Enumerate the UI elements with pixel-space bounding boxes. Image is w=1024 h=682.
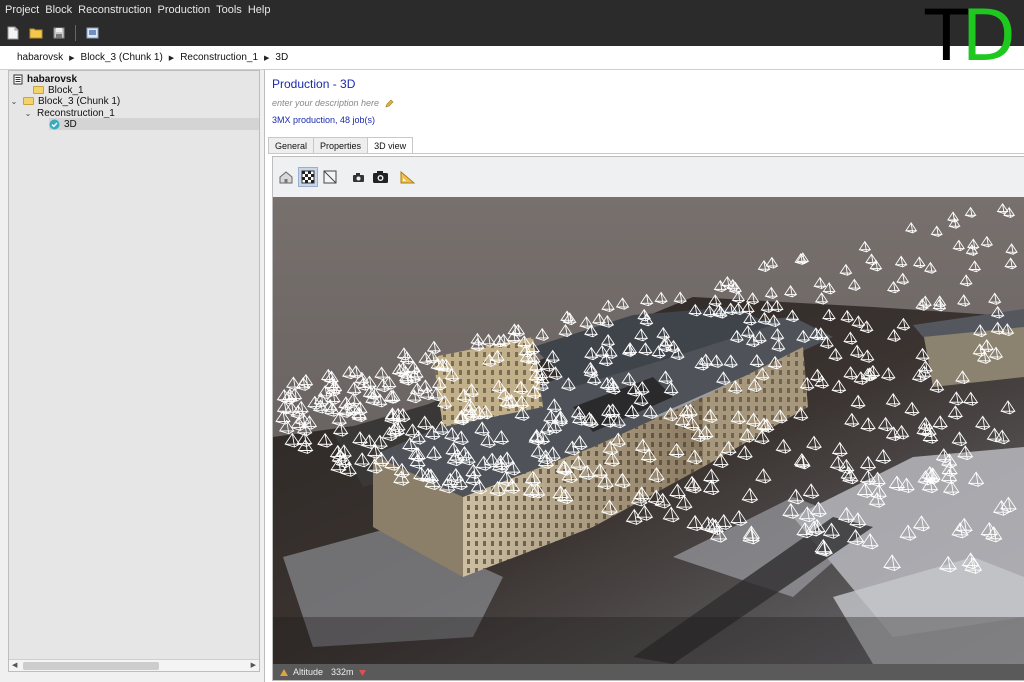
breadcrumb-reconstruction[interactable]: Reconstruction_1 — [177, 52, 261, 63]
tree-item-block3[interactable]: ⌄ Block_3 (Chunk 1) — [9, 95, 121, 107]
altitude-value: 332m — [331, 667, 354, 677]
jobs-summary[interactable]: 3MX production, 48 job(s) — [272, 115, 375, 125]
toolbar-separator — [75, 25, 76, 41]
altitude-label: Altitude — [293, 667, 324, 677]
tab-3d-view[interactable]: 3D view — [367, 137, 414, 154]
td-logo: T D — [925, 0, 1020, 77]
menu-reconstruction[interactable]: Reconstruction — [75, 4, 154, 16]
tree-label-reconstruction: Reconstruction_1 — [37, 107, 115, 119]
breadcrumb-arrow-icon: ▶ — [69, 54, 75, 62]
toolbar — [0, 20, 1024, 46]
tab-bar: General Properties 3D view — [268, 137, 414, 154]
camera-large-icon[interactable] — [370, 167, 390, 187]
breadcrumb-project[interactable]: habarovsk — [14, 52, 66, 63]
scroll-left-icon[interactable]: ◀ — [12, 661, 17, 669]
scroll-right-icon[interactable]: ▶ — [251, 661, 256, 669]
folder-icon — [23, 97, 34, 105]
tree-item-production[interactable]: 3D — [49, 118, 259, 130]
reality-mesh-render — [273, 197, 1024, 664]
menu-help[interactable]: Help — [245, 4, 274, 16]
menu-block[interactable]: Block — [42, 4, 75, 16]
breadcrumb-arrow-icon: ▶ — [168, 54, 175, 62]
texture-icon[interactable] — [298, 167, 318, 187]
compass-icon[interactable] — [358, 668, 367, 677]
tree-label-block3: Block_3 (Chunk 1) — [38, 95, 121, 107]
breadcrumb-production[interactable]: 3D — [272, 52, 291, 63]
breadcrumb-block[interactable]: Block_3 (Chunk 1) — [78, 52, 166, 63]
project-tree: habarovsk Block_1 ⌄ Block_3 (Chunk 1) ⌄ … — [8, 70, 260, 672]
description-placeholder: enter your description here — [272, 98, 380, 108]
logo-letter-d: D — [961, 0, 1016, 77]
tab-general[interactable]: General — [268, 137, 315, 153]
wireframe-icon[interactable] — [320, 167, 340, 187]
save-project-icon[interactable] — [50, 24, 68, 42]
project-icon — [13, 74, 23, 84]
chevron-down-icon[interactable]: ⌄ — [9, 97, 19, 106]
edit-pencil-icon[interactable] — [385, 99, 394, 108]
home-icon[interactable] — [276, 167, 296, 187]
viewer-status-bar: Altitude 332m — [273, 664, 1024, 680]
production-panel: Production - 3D enter your description h… — [264, 70, 1024, 682]
measure-icon[interactable] — [398, 167, 418, 187]
menu-project[interactable]: Project — [2, 4, 42, 16]
viewer-toolbar — [273, 157, 1024, 197]
altitude-icon — [280, 668, 288, 676]
folder-icon — [33, 86, 44, 94]
description-field[interactable]: enter your description here — [272, 98, 394, 108]
production-complete-icon — [49, 119, 60, 129]
menu-tools[interactable]: Tools — [213, 4, 245, 16]
breadcrumb-arrow-icon: ▶ — [264, 54, 270, 62]
tree-label-production: 3D — [64, 118, 77, 130]
camera-icon[interactable] — [348, 167, 368, 187]
new-project-icon[interactable] — [4, 24, 22, 42]
menu-bar: Project Block Reconstruction Production … — [0, 0, 1024, 20]
tree-horizontal-scrollbar[interactable]: ◀ ▶ — [9, 659, 259, 671]
tab-divider — [268, 153, 1024, 154]
page-title: Production - 3D — [272, 77, 356, 91]
menu-production[interactable]: Production — [155, 4, 214, 16]
3d-viewer[interactable]: Altitude 332m — [272, 156, 1024, 681]
scrollbar-thumb[interactable] — [23, 662, 159, 670]
tree-label-project: habarovsk — [27, 73, 78, 85]
3d-scene[interactable] — [273, 197, 1024, 664]
breadcrumb: habarovsk ▶ Block_3 (Chunk 1) ▶ Reconstr… — [0, 46, 1024, 70]
tab-properties[interactable]: Properties — [313, 137, 369, 153]
screenshot-icon[interactable] — [83, 24, 101, 42]
open-project-icon[interactable] — [27, 24, 45, 42]
chevron-down-icon[interactable]: ⌄ — [23, 109, 33, 118]
tree-label-block1: Block_1 — [48, 84, 84, 96]
